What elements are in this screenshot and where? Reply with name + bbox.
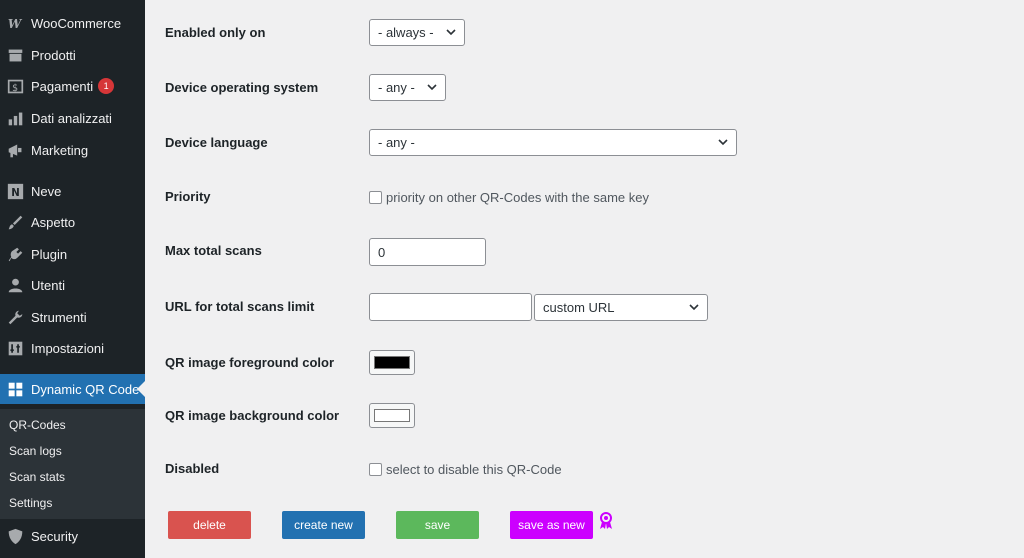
award-ribbon-icon xyxy=(598,512,614,530)
paintbrush-icon xyxy=(5,212,25,232)
sidebar-item-label: Prodotti xyxy=(31,47,76,63)
settings-sliders-icon xyxy=(5,338,25,358)
url-limit-input[interactable] xyxy=(369,293,532,321)
sidebar-item-plugin[interactable]: Plugin xyxy=(0,239,145,269)
priority-checkbox[interactable] xyxy=(369,191,382,204)
device-language-select[interactable]: - any - xyxy=(369,129,737,156)
sidebar-item-prodotti[interactable]: Prodotti xyxy=(0,40,145,70)
svg-text:W: W xyxy=(7,16,22,30)
sidebar-item-dati-analizzati[interactable]: Dati analizzati xyxy=(0,103,145,133)
notification-badge: 1 xyxy=(98,78,115,94)
archive-icon xyxy=(5,45,25,65)
plug-icon xyxy=(5,244,25,264)
select-value: - any - xyxy=(378,135,415,150)
sidebar-item-label: Dynamic QR Code xyxy=(31,381,140,397)
save-as-new-button[interactable]: save as new xyxy=(510,511,593,539)
enabled-only-on-label: Enabled only on xyxy=(165,25,266,40)
submenu-item-scan-logs[interactable]: Scan logs xyxy=(9,444,62,458)
bg-color-label: QR image background color xyxy=(165,408,340,423)
select-value: - always - xyxy=(378,25,434,40)
svg-text:N: N xyxy=(11,187,20,198)
sidebar-item-label: Neve xyxy=(31,183,62,199)
device-os-select[interactable]: - any - xyxy=(369,74,446,101)
user-icon xyxy=(5,275,25,295)
wrench-icon xyxy=(5,307,25,327)
bar-chart-icon xyxy=(5,108,25,128)
fg-color-label: QR image foreground color xyxy=(165,355,335,370)
chevron-down-icon xyxy=(427,83,437,91)
url-type-select[interactable]: custom URL xyxy=(534,294,708,321)
fg-color-swatch xyxy=(374,356,410,369)
megaphone-icon xyxy=(5,140,25,160)
sidebar-item-label: Utenti xyxy=(31,277,65,293)
sidebar-item-pagamenti[interactable]: $ Pagamenti 1 xyxy=(0,71,145,101)
sidebar-item-marketing[interactable]: Marketing xyxy=(0,135,145,165)
select-value: - any - xyxy=(378,80,415,95)
enabled-only-on-select[interactable]: - always - xyxy=(369,19,465,46)
submenu-item-settings[interactable]: Settings xyxy=(9,496,52,510)
sidebar-item-label: Dati analizzati xyxy=(31,110,112,126)
chevron-down-icon xyxy=(718,138,728,146)
sidebar-item-label: Strumenti xyxy=(31,309,87,325)
url-limit-label: URL for total scans limit xyxy=(165,299,315,314)
create-new-button[interactable]: create new xyxy=(282,511,365,539)
fg-color-picker[interactable] xyxy=(369,350,415,375)
bg-color-swatch xyxy=(374,409,410,422)
max-total-scans-label: Max total scans xyxy=(165,243,262,258)
disabled-checkbox-label: select to disable this QR-Code xyxy=(386,462,562,477)
woocommerce-icon: W xyxy=(5,13,25,33)
save-button[interactable]: save xyxy=(396,511,479,539)
chevron-down-icon xyxy=(689,303,699,311)
sidebar-item-label: Impostazioni xyxy=(31,340,104,356)
submenu-item-scan-stats[interactable]: Scan stats xyxy=(9,470,65,484)
chevron-down-icon xyxy=(446,28,456,36)
svg-text:$: $ xyxy=(12,82,18,93)
bg-color-picker[interactable] xyxy=(369,403,415,428)
sidebar-item-label: Plugin xyxy=(31,246,68,262)
sidebar-item-strumenti[interactable]: Strumenti xyxy=(0,302,145,332)
disabled-checkbox[interactable] xyxy=(369,463,382,476)
submenu-item-qr-codes[interactable]: QR-Codes xyxy=(9,418,66,432)
disabled-label: Disabled xyxy=(165,461,220,476)
device-os-label: Device operating system xyxy=(165,80,319,95)
sidebar-item-impostazioni[interactable]: Impostazioni xyxy=(0,333,145,363)
admin-sidebar: W WooCommerce Prodotti $ Pagamenti 1 Dat… xyxy=(0,0,145,558)
sidebar-item-woocommerce[interactable]: W WooCommerce xyxy=(0,8,145,38)
sidebar-item-label: Marketing xyxy=(31,142,89,158)
sidebar-item-label: Aspetto xyxy=(31,214,76,230)
max-total-scans-input[interactable]: 0 xyxy=(369,238,486,266)
sidebar-item-aspetto[interactable]: Aspetto xyxy=(0,207,145,237)
sidebar-item-neve[interactable]: N Neve xyxy=(0,176,145,206)
sidebar-item-label: WooCommerce xyxy=(31,15,122,31)
sidebar-item-dynamic-qr-code[interactable]: Dynamic QR Code xyxy=(0,374,145,404)
sidebar-item-security[interactable]: Security xyxy=(0,521,145,551)
sidebar-item-label: Pagamenti xyxy=(31,78,94,94)
neve-logo-icon: N xyxy=(5,181,25,201)
sidebar-item-utenti[interactable]: Utenti xyxy=(0,270,145,300)
submenu: QR-Codes Scan logs Scan stats Settings xyxy=(0,409,145,519)
sidebar-item-label: Security xyxy=(31,528,78,544)
input-value: 0 xyxy=(378,244,386,260)
priority-label: Priority xyxy=(165,189,211,204)
dollar-icon: $ xyxy=(5,76,25,96)
select-value: custom URL xyxy=(543,300,615,315)
grid-icon xyxy=(5,379,25,399)
shield-icon xyxy=(5,526,25,546)
device-language-label: Device language xyxy=(165,135,268,150)
priority-checkbox-label: priority on other QR-Codes with the same… xyxy=(386,190,649,205)
delete-button[interactable]: delete xyxy=(168,511,251,539)
